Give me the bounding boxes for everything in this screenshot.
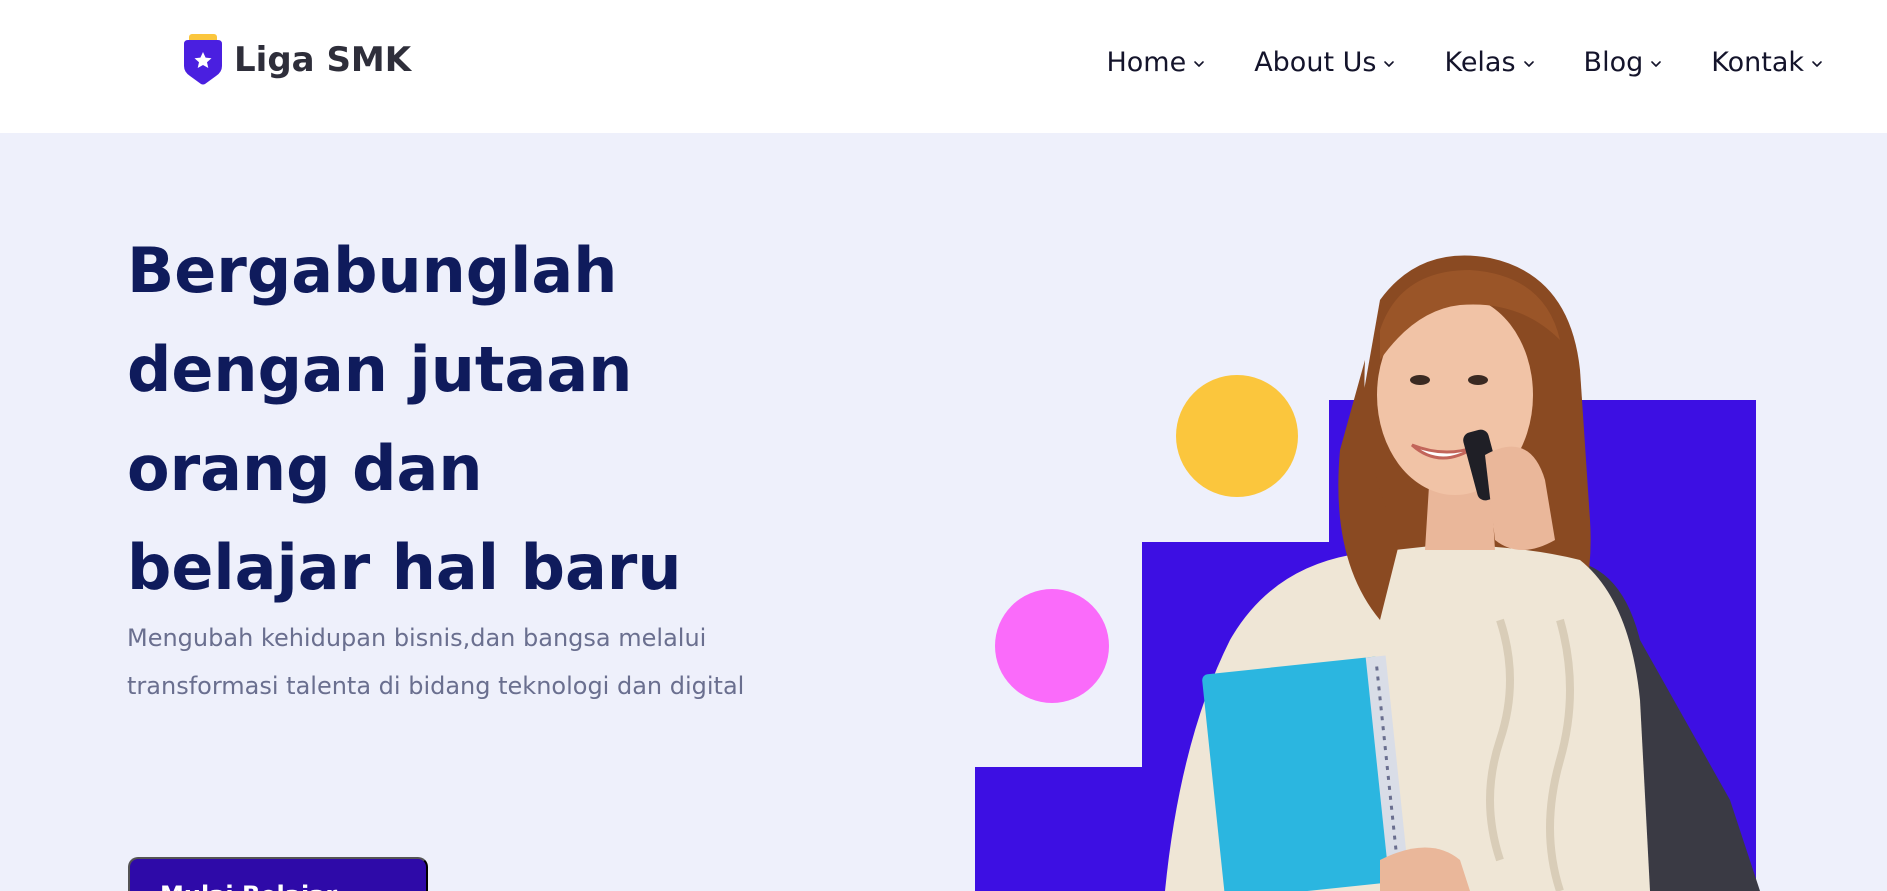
- nav-item-label: About Us: [1254, 47, 1377, 78]
- main-nav: Home About Us Kelas Blog Kontak: [1106, 46, 1824, 80]
- nav-item-label: Kelas: [1444, 47, 1516, 78]
- hero-subtitle-line: transformasi talenta di bidang teknologi…: [127, 672, 745, 700]
- nav-item-home[interactable]: Home: [1106, 46, 1206, 80]
- chevron-down-icon: [1523, 61, 1534, 67]
- hero-title-line: belajar hal baru: [127, 531, 682, 604]
- nav-item-kelas[interactable]: Kelas: [1444, 46, 1535, 80]
- hero-subtitle: Mengubah kehidupan bisnis,dan bangsa mel…: [127, 614, 787, 710]
- site-header: Liga SMK Home About Us Kelas Blog Kontak: [0, 0, 1887, 133]
- hero-title-line: Bergabunglah: [127, 234, 618, 307]
- chevron-down-icon: [1384, 61, 1395, 67]
- logo-link[interactable]: Liga SMK: [180, 32, 411, 88]
- hero-subtitle-line: Mengubah kehidupan bisnis,dan bangsa mel…: [127, 624, 707, 652]
- chevron-down-icon: [1812, 61, 1822, 67]
- hero-title-line: dengan jutaan: [127, 333, 633, 406]
- nav-item-blog[interactable]: Blog: [1584, 46, 1664, 80]
- nav-item-label: Kontak: [1711, 47, 1804, 78]
- nav-item-label: Blog: [1583, 47, 1644, 78]
- nav-item-about-us[interactable]: About Us: [1254, 46, 1396, 80]
- chevron-down-icon: [1194, 61, 1205, 67]
- chevron-down-icon: [1651, 61, 1662, 67]
- nav-item-kontak[interactable]: Kontak: [1711, 46, 1824, 80]
- hero-title: Bergabunglah dengan jutaan orang dan bel…: [127, 221, 827, 617]
- start-learning-button[interactable]: Mulai Belajar: [128, 857, 428, 891]
- brand-name: Liga SMK: [234, 40, 412, 80]
- hero-title-line: orang dan: [127, 432, 483, 505]
- nav-item-label: Home: [1106, 47, 1187, 78]
- shield-star-icon: [184, 34, 222, 85]
- page: Liga SMK Home About Us Kelas Blog Kontak: [0, 0, 1887, 891]
